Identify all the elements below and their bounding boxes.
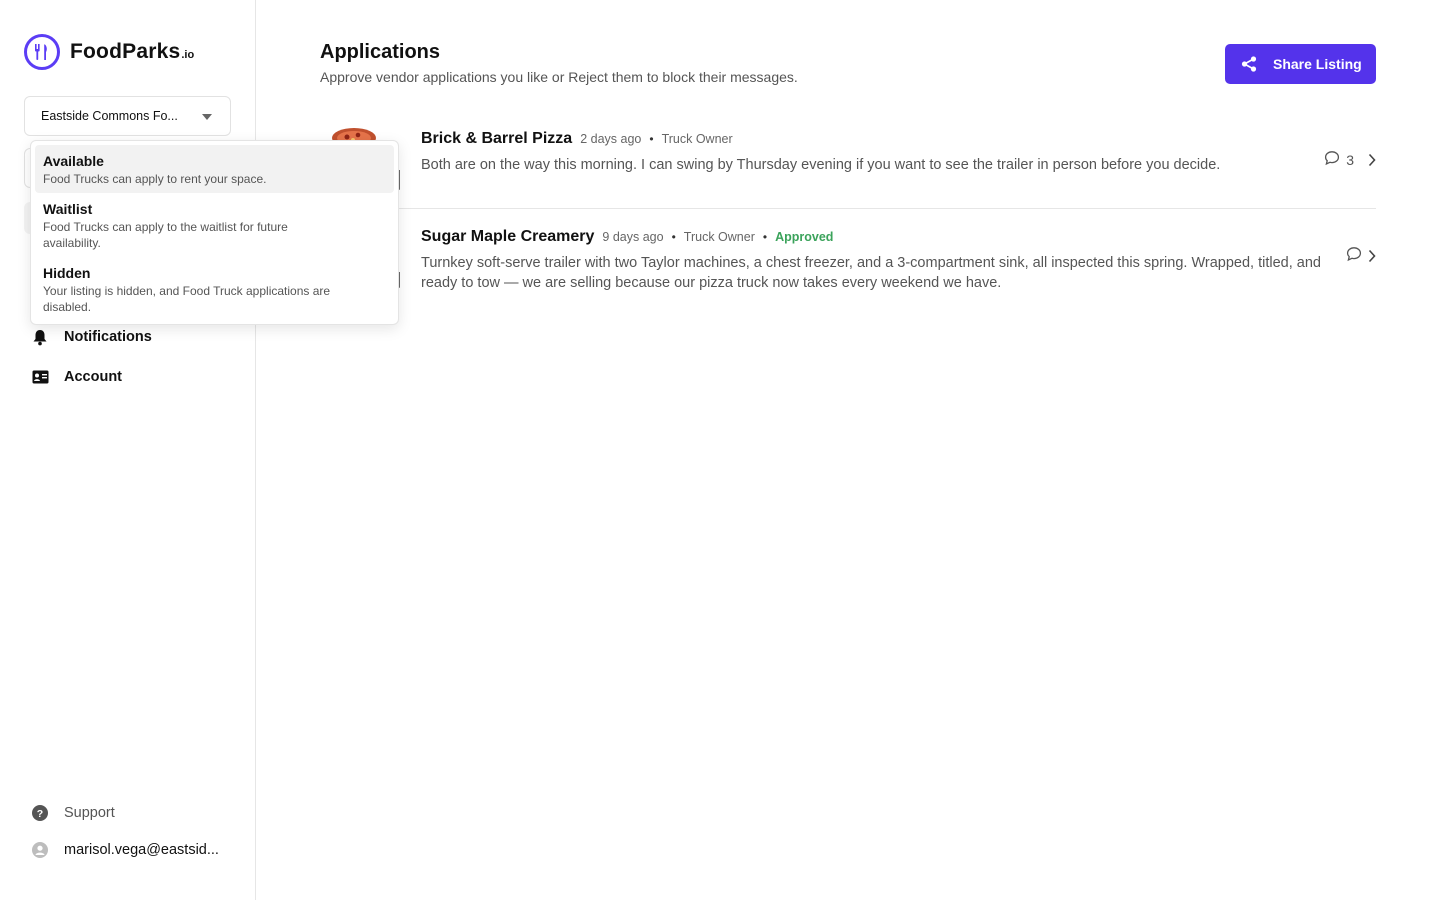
application-message: Turnkey soft-serve trailer with two Tayl… (421, 255, 1321, 291)
row-actions: 3 (1324, 150, 1376, 169)
park-select[interactable]: Eastside Commons Fo... (24, 96, 231, 136)
main-content: Applications Approve vendor applications… (256, 0, 1440, 900)
application-row[interactable]: Sugar Maple Creamery 9 days ago • Truck … (320, 210, 1376, 310)
chevron-right-icon[interactable] (1368, 249, 1376, 263)
support-link[interactable]: ? Support (30, 803, 115, 823)
status-option-waitlist[interactable]: Waitlist Food Trucks can apply to the wa… (35, 193, 394, 257)
page-title: Applications (320, 41, 441, 63)
sidebar-item-label: Notifications (64, 329, 152, 345)
brand-name: FoodParks (70, 40, 181, 63)
comment-icon[interactable] (1324, 150, 1340, 169)
vendor-name[interactable]: Sugar Maple Creamery (421, 228, 594, 246)
caret-down-icon (202, 114, 212, 120)
option-title: Waitlist (43, 201, 93, 217)
user-email: marisol.vega@eastsid... (64, 842, 219, 858)
comment-icon[interactable] (1346, 246, 1362, 265)
status-option-hidden[interactable]: Hidden Your listing is hidden, and Food … (35, 257, 394, 321)
brand-suffix: .io (181, 49, 195, 61)
row-actions (1346, 246, 1376, 265)
separator-dot: • (649, 132, 654, 146)
support-label: Support (64, 805, 115, 821)
comment-count: 3 (1346, 151, 1354, 168)
option-title: Available (43, 153, 104, 169)
separator-dot: • (762, 230, 768, 244)
help-circle-icon: ? (30, 803, 50, 823)
option-description: Food Trucks can apply to the waitlist fo… (43, 220, 288, 250)
sidebar-item-notifications[interactable]: Notifications (30, 327, 152, 347)
sidebar: FoodParks .io Eastside Commons Fo... Noti… (0, 0, 256, 900)
vendor-role: Truck Owner (683, 230, 755, 244)
chevron-right-icon[interactable] (1368, 153, 1376, 167)
user-menu[interactable]: marisol.vega@eastsid... (30, 840, 219, 860)
status-badge: Approved (775, 230, 834, 244)
option-title: Hidden (43, 265, 91, 281)
separator-dot: • (671, 230, 676, 244)
status-option-available[interactable]: Available Food Trucks can apply to rent … (35, 145, 394, 193)
vendor-name[interactable]: Brick & Barrel Pizza (421, 130, 572, 148)
option-description: Your listing is hidden, and Food Truck a… (43, 284, 331, 314)
share-icon (1241, 56, 1257, 72)
share-listing-button[interactable]: Share Listing (1225, 44, 1376, 84)
id-card-icon (30, 367, 50, 387)
page-subtitle: Approve vendor applications you like or … (320, 69, 798, 85)
logo[interactable]: FoodParks .io (24, 34, 194, 70)
sidebar-item-account[interactable]: Account (30, 367, 122, 387)
application-header: Sugar Maple Creamery 9 days ago • Truck … (421, 228, 833, 246)
bell-icon (30, 327, 50, 347)
fork-knife-logo-icon (24, 34, 60, 70)
application-row[interactable]: Brick & Barrel Pizza 2 days ago • Truck … (320, 112, 1376, 209)
user-avatar-icon (30, 840, 50, 860)
application-header: Brick & Barrel Pizza 2 days ago • Truck … (421, 130, 733, 148)
option-description: Food Trucks can apply to rent your space… (43, 172, 267, 186)
vendor-role: Truck Owner (661, 132, 733, 146)
share-listing-label: Share Listing (1273, 56, 1362, 72)
application-time: 2 days ago (580, 132, 642, 146)
application-message: Both are on the way this morning. I can … (421, 157, 1221, 173)
application-time: 9 days ago (602, 230, 664, 244)
status-dropdown-menu: Available Food Trucks can apply to rent … (30, 140, 399, 325)
sidebar-item-label: Account (64, 369, 122, 385)
park-select-value: Eastside Commons Fo... (41, 109, 178, 123)
svg-text:?: ? (37, 808, 43, 820)
